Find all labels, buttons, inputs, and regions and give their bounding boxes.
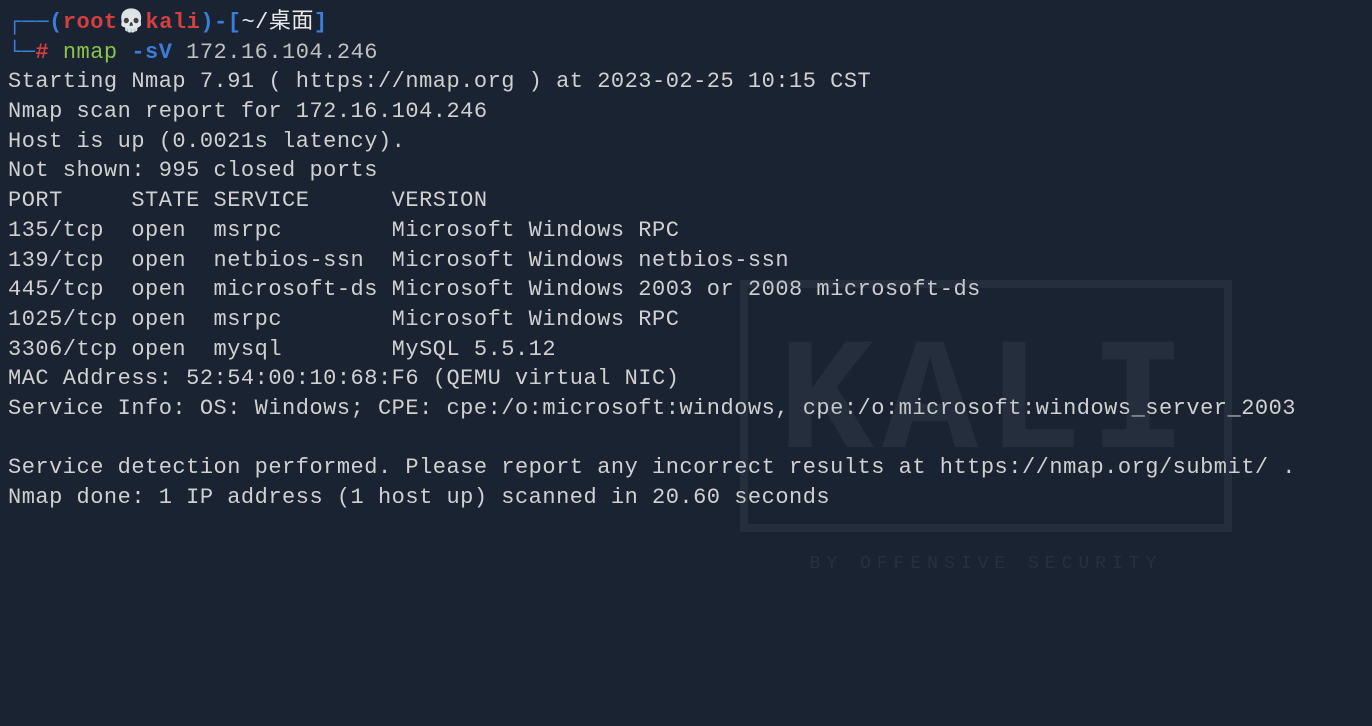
output-port-row: 3306/tcp open mysql MySQL 5.5.12 <box>8 335 1364 365</box>
output-table-header: PORT STATE SERVICE VERSION <box>8 186 1364 216</box>
output-port-row: 135/tcp open msrpc Microsoft Windows RPC <box>8 216 1364 246</box>
output-port-row: 445/tcp open microsoft-ds Microsoft Wind… <box>8 275 1364 305</box>
command-name: nmap <box>63 40 118 65</box>
output-blank <box>8 424 1364 454</box>
output-mac: MAC Address: 52:54:00:10:68:F6 (QEMU vir… <box>8 364 1364 394</box>
prompt-line-2[interactable]: └─# nmap -sV 172.16.104.246 <box>8 38 1364 68</box>
output-report: Nmap scan report for 172.16.104.246 <box>8 97 1364 127</box>
prompt-line-1: ┌──(root💀kali)-[~/桌面] <box>8 8 1364 38</box>
watermark-sub-text: BY OFFENSIVE SECURITY <box>740 552 1232 576</box>
prompt-symbol: # <box>35 40 49 65</box>
output-port-row: 139/tcp open netbios-ssn Microsoft Windo… <box>8 246 1364 276</box>
prompt-user: root <box>63 10 118 35</box>
command-args: -sV <box>131 40 172 65</box>
output-not-shown: Not shown: 995 closed ports <box>8 156 1364 186</box>
prompt-path: ~/桌面 <box>241 10 313 35</box>
output-starting: Starting Nmap 7.91 ( https://nmap.org ) … <box>8 67 1364 97</box>
output-service-info: Service Info: OS: Windows; CPE: cpe:/o:m… <box>8 394 1364 424</box>
output-detection: Service detection performed. Please repo… <box>8 453 1364 483</box>
skull-icon: 💀 <box>118 10 146 35</box>
output-port-row: 1025/tcp open msrpc Microsoft Windows RP… <box>8 305 1364 335</box>
prompt-host: kali <box>146 10 201 35</box>
output-done: Nmap done: 1 IP address (1 host up) scan… <box>8 483 1364 513</box>
output-host-up: Host is up (0.0021s latency). <box>8 127 1364 157</box>
command-target: 172.16.104.246 <box>186 40 378 65</box>
